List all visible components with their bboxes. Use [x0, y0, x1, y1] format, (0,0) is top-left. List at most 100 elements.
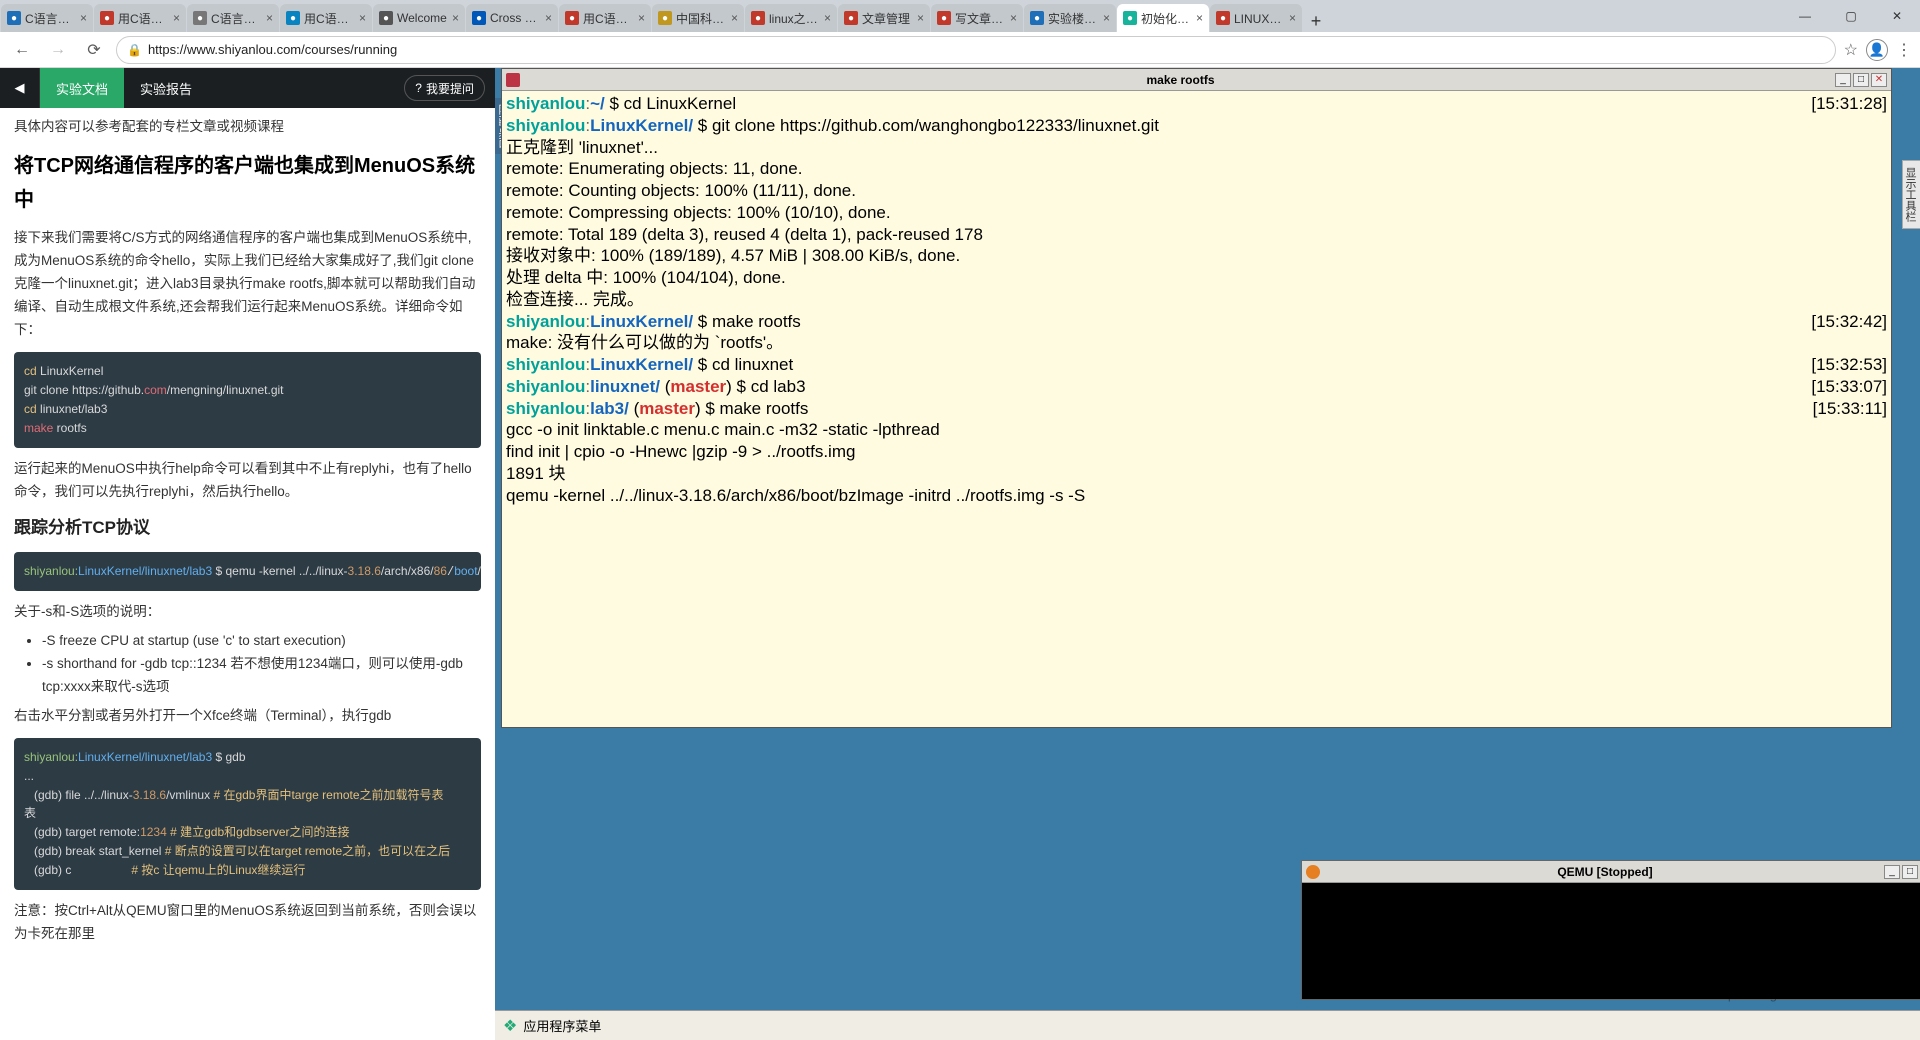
- close-tab-icon[interactable]: ×: [80, 11, 87, 25]
- browser-tab[interactable]: ●LINUX虚拟×: [1210, 4, 1302, 32]
- star-icon[interactable]: ☆: [1844, 40, 1858, 60]
- ask-question-button[interactable]: ?我要提问: [404, 75, 485, 101]
- favicon: ●: [658, 11, 672, 25]
- browser-tab[interactable]: ●C语言实战×: [187, 4, 279, 32]
- term-minimize[interactable]: _: [1835, 73, 1851, 87]
- favicon: ●: [379, 11, 393, 25]
- favicon: ●: [751, 11, 765, 25]
- browser-tab[interactable]: ●实验楼_百×: [1024, 4, 1116, 32]
- window-maximize[interactable]: ▢: [1828, 0, 1874, 32]
- back-button[interactable]: ←: [8, 36, 36, 64]
- close-tab-icon[interactable]: ×: [1289, 11, 1296, 25]
- qemu-title: QEMU [Stopped]: [1326, 865, 1884, 879]
- favicon: ●: [100, 11, 114, 25]
- close-tab-icon[interactable]: ×: [1010, 11, 1017, 25]
- reload-button[interactable]: ⟳: [80, 36, 108, 64]
- heading-tcp: 将TCP网络通信程序的客户端也集成到MenuOS系统中: [14, 149, 481, 217]
- question-icon: ?: [415, 81, 422, 95]
- lock-icon: 🔒: [127, 43, 142, 57]
- close-tab-icon[interactable]: ×: [452, 11, 459, 25]
- options-list: -S freeze CPU at startup (use 'c' to sta…: [14, 630, 481, 699]
- browser-tab[interactable]: ●初始化Me×: [1117, 4, 1209, 32]
- doc-back-button[interactable]: ◀: [0, 68, 40, 108]
- para-5: 注意：按Ctrl+Alt从QEMU窗口里的MenuOS系统返回到当前系统，否则会…: [14, 900, 481, 946]
- show-toolbar-tab[interactable]: 显示工具栏: [1902, 160, 1920, 229]
- app-menu-label[interactable]: 应用程序菜单: [523, 1016, 601, 1035]
- code-block-2: shiyanlou:LinuxKernel/linuxnet/lab3 $ qe…: [14, 552, 481, 591]
- term-maximize[interactable]: □: [1853, 73, 1869, 87]
- code-block-1: cd LinuxKernel git clone https://github.…: [14, 352, 481, 448]
- favicon: ●: [1030, 11, 1044, 25]
- para-2: 运行起来的MenuOS中执行help命令可以看到其中不止有replyhi，也有了…: [14, 458, 481, 504]
- close-tab-icon[interactable]: ×: [1196, 11, 1203, 25]
- list-item: -s shorthand for -gdb tcp::1234 若不想使用123…: [42, 653, 481, 699]
- close-tab-icon[interactable]: ×: [359, 11, 366, 25]
- heading-trace: 跟踪分析TCP协议: [14, 514, 481, 543]
- qemu-window[interactable]: QEMU [Stopped] _ □ ✕: [1301, 860, 1920, 1000]
- remote-desktop: 隐藏桌面 make rootfs _ □ ✕ shiyanlou:~/ $ cd…: [495, 68, 1920, 1040]
- browser-tab[interactable]: ●文章管理×: [838, 4, 930, 32]
- favicon: ●: [1216, 11, 1230, 25]
- qemu-maximize[interactable]: □: [1902, 865, 1918, 879]
- doc-panel: ◀ 实验文档 实验报告 ?我要提问 具体内容可以参考配套的专栏文章或视频课程 将…: [0, 68, 495, 1040]
- menu-icon[interactable]: ⋮: [1896, 40, 1912, 60]
- qemu-body: [1302, 883, 1920, 999]
- browser-tab[interactable]: ●Cross Ref×: [466, 4, 558, 32]
- close-tab-icon[interactable]: ×: [1103, 11, 1110, 25]
- browser-tab[interactable]: ●写文章-CS×: [931, 4, 1023, 32]
- terminal-title: make rootfs: [526, 73, 1835, 87]
- tab-doc[interactable]: 实验文档: [40, 68, 124, 108]
- new-tab-button[interactable]: +: [1302, 11, 1330, 32]
- url-text: https://www.shiyanlou.com/courses/runnin…: [148, 42, 397, 57]
- browser-tab[interactable]: ●用C语言实×: [280, 4, 372, 32]
- forward-button[interactable]: →: [44, 36, 72, 64]
- favicon: ●: [844, 11, 858, 25]
- qemu-minimize[interactable]: _: [1884, 865, 1900, 879]
- para-3: 关于-s和-S选项的说明：: [14, 601, 481, 624]
- tab-report[interactable]: 实验报告: [124, 68, 208, 108]
- favicon: ●: [193, 11, 207, 25]
- close-tab-icon[interactable]: ×: [824, 11, 831, 25]
- close-tab-icon[interactable]: ×: [173, 11, 180, 25]
- favicon: ●: [565, 11, 579, 25]
- term-close[interactable]: ✕: [1871, 73, 1887, 87]
- browser-tab[interactable]: ●用C语言实×: [94, 4, 186, 32]
- browser-tabs: ●C语言编程×●用C语言实×●C语言实战×●用C语言实×●Welcome×●Cr…: [0, 0, 1920, 32]
- qemu-titlebar: QEMU [Stopped] _ □ ✕: [1302, 861, 1920, 883]
- code-block-3: shiyanlou:LinuxKernel/linuxnet/lab3 $ gd…: [14, 738, 481, 890]
- para-1: 接下来我们需要将C/S方式的网络通信程序的客户端也集成到MenuOS系统中,成为…: [14, 227, 481, 342]
- qemu-icon: [1306, 865, 1320, 879]
- address-bar[interactable]: 🔒 https://www.shiyanlou.com/courses/runn…: [116, 36, 1836, 64]
- article-body: 具体内容可以参考配套的专栏文章或视频课程 将TCP网络通信程序的客户端也集成到M…: [0, 108, 495, 954]
- xfce-taskbar: ❖ 应用程序菜单: [495, 1010, 1920, 1040]
- favicon: ●: [7, 11, 21, 25]
- browser-tab[interactable]: ●Welcome×: [373, 4, 465, 32]
- favicon: ●: [286, 11, 300, 25]
- favicon: ●: [472, 11, 486, 25]
- profile-icon[interactable]: 👤: [1866, 39, 1888, 61]
- doc-header: ◀ 实验文档 实验报告 ?我要提问: [0, 68, 495, 108]
- intro-text: 具体内容可以参考配套的专栏文章或视频课程: [14, 116, 481, 139]
- browser-tab[interactable]: ●linux之UD×: [745, 4, 837, 32]
- close-tab-icon[interactable]: ×: [266, 11, 273, 25]
- terminal-titlebar: make rootfs _ □ ✕: [502, 69, 1891, 91]
- terminal-window[interactable]: make rootfs _ □ ✕ shiyanlou:~/ $ cd Linu…: [501, 68, 1892, 728]
- window-close[interactable]: ✕: [1874, 0, 1920, 32]
- list-item: -S freeze CPU at startup (use 'c' to sta…: [42, 630, 481, 653]
- browser-tab[interactable]: ●C语言编程×: [1, 4, 93, 32]
- terminal-body[interactable]: shiyanlou:~/ $ cd LinuxKernel[15:31:28]s…: [502, 91, 1891, 727]
- watermark: https://blog.csdn.net/THexiake223: [1713, 987, 1910, 1002]
- window-minimize[interactable]: —: [1782, 0, 1828, 32]
- browser-tab[interactable]: ●用C语言实×: [559, 4, 651, 32]
- favicon: ●: [937, 11, 951, 25]
- close-tab-icon[interactable]: ×: [917, 11, 924, 25]
- browser-toolbar: ← → ⟳ 🔒 https://www.shiyanlou.com/course…: [0, 32, 1920, 68]
- browser-tab[interactable]: ●中国科学技×: [652, 4, 744, 32]
- close-tab-icon[interactable]: ×: [545, 11, 552, 25]
- favicon: ●: [1123, 11, 1137, 25]
- close-tab-icon[interactable]: ×: [638, 11, 645, 25]
- app-menu-icon[interactable]: ❖: [503, 1016, 517, 1036]
- terminal-icon: [506, 73, 520, 87]
- close-tab-icon[interactable]: ×: [731, 11, 738, 25]
- para-4: 右击水平分割或者另外打开一个Xfce终端（Terminal），执行gdb: [14, 705, 481, 728]
